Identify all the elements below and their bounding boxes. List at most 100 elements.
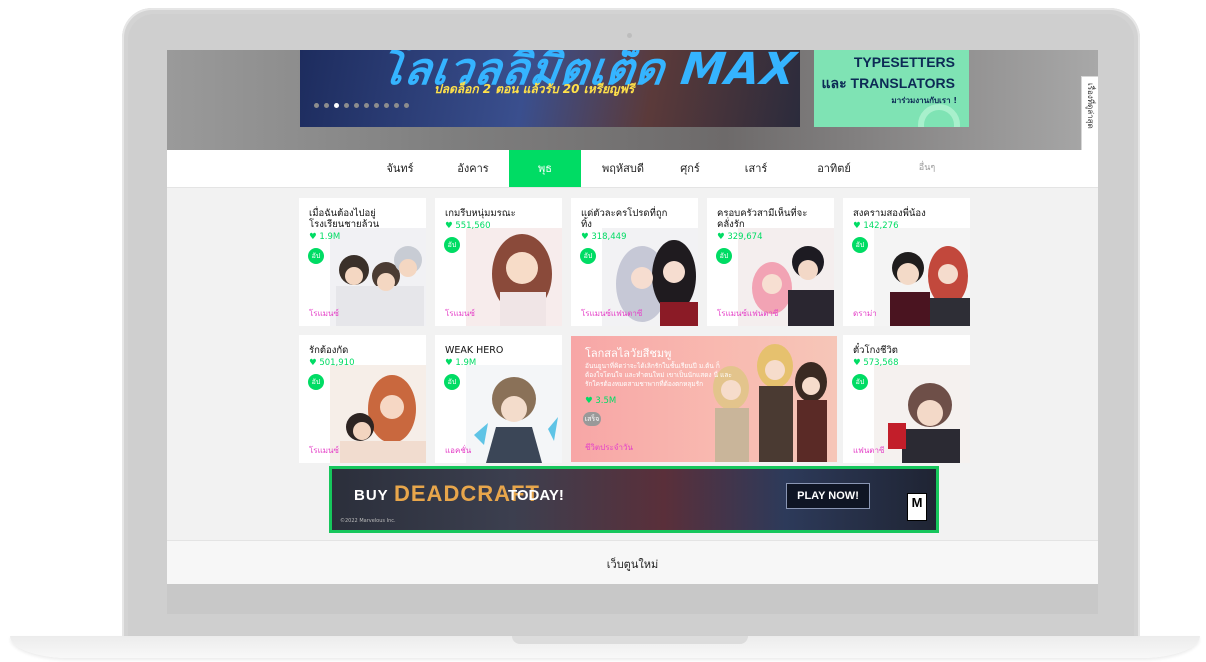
card-title: WEAK HERO [445, 345, 504, 356]
card-likes: ♥ 329,674 [717, 232, 763, 242]
carousel-dot[interactable] [314, 103, 319, 108]
up-badge: อัป [444, 237, 460, 253]
tab-thursday[interactable]: พฤหัสบดี [585, 150, 661, 187]
up-badge: อัป [852, 374, 868, 390]
card-likes: ♥ 551,560 [445, 221, 491, 231]
up-badge: อัป [716, 248, 732, 264]
decorative-ring [918, 104, 960, 127]
up-badge: อัป [444, 374, 460, 390]
tab-more[interactable]: อื่นๆ [897, 150, 957, 187]
like-count: 1.9M [455, 358, 477, 368]
screen-bottom-bezel [167, 584, 1098, 614]
banner-subtitle: ปลดล็อก 2 ตอน แล้วรับ 20 เหรียญฟรี [434, 82, 635, 96]
card-title: เมื่อฉันต้องไปอยู่โรงเรียนชายล้วน [309, 208, 380, 230]
card-title: สงครามสองพี่น้อง [853, 208, 926, 219]
ad-buy-text: BUY [354, 487, 389, 504]
like-count: 329,674 [727, 232, 763, 242]
card-likes: ♥ 318,449 [581, 232, 627, 242]
card-likes: ♥ 573,568 [853, 358, 899, 368]
card-title: ครอบครัวสามีเห็นที่จะคลั่งรัก [717, 208, 808, 230]
card-cover-image [874, 228, 970, 326]
new-webtoon-section: เว็บตูนใหม่ [167, 540, 1098, 584]
recent-viewed-label: เรื่องที่ดูล่าสุด [1086, 83, 1095, 129]
comic-card[interactable]: ครอบครัวสามีเห็นที่จะคลั่งรัก ♥ 329,674 … [707, 198, 834, 326]
carousel-dot[interactable] [384, 103, 389, 108]
card-title: ตั๋วโกงชีวิต [853, 345, 898, 356]
up-badge: อัป [580, 248, 596, 264]
like-count: 551,560 [455, 221, 491, 231]
card-title: เกมรีบหนุ่มมรณะ [445, 208, 516, 219]
like-count: 1.9M [319, 232, 341, 242]
tab-tuesday[interactable]: อังคาร [440, 150, 506, 187]
comic-card[interactable]: รักต้องกัด ♥ 501,910 อัป โรแมนซ์ [299, 335, 426, 463]
tab-wednesday[interactable]: พุธ [509, 150, 581, 187]
card-cover-image [330, 365, 426, 463]
featured-title: โลกสลไลวัยสีชมพู [585, 347, 672, 360]
tab-saturday[interactable]: เสาร์ [723, 150, 789, 187]
comic-card[interactable]: WEAK HERO ♥ 1.9M อัป แอคชั่น [435, 335, 562, 463]
card-genre: แอคชั่น [445, 446, 472, 455]
laptop-notch [512, 636, 748, 644]
featured-genre: ชีวิตประจำวัน [585, 443, 633, 452]
featured-cover-image [713, 344, 827, 462]
play-now-button[interactable]: PLAY NOW! [786, 483, 870, 509]
carousel-dots[interactable] [314, 103, 409, 108]
card-cover-image [466, 228, 562, 326]
up-badge: อัป [308, 374, 324, 390]
comic-card[interactable]: เมื่อฉันต้องไปอยู่โรงเรียนชายล้วน ♥ 1.9M… [299, 198, 426, 326]
webcam-icon [627, 33, 632, 38]
card-cover-image [466, 365, 562, 463]
carousel-dot[interactable] [344, 103, 349, 108]
featured-comic-card[interactable]: โลกสลไลวัยสีชมพู อันนยูนาที่คิดว่าจะได้เ… [571, 336, 837, 462]
deadcraft-ad-banner[interactable]: BUY DEADCRAFT TODAY! PLAY NOW! ©2022 Mar… [329, 466, 939, 533]
card-cover-image [874, 365, 970, 463]
ad-today-text: TODAY! [508, 487, 564, 504]
weekday-nav: จันทร์ อังคาร พุธ พฤหัสบดี ศุกร์ เสาร์ อ… [167, 150, 1098, 188]
up-badge: อัป [852, 237, 868, 253]
like-count: 3.5M [595, 396, 617, 406]
browser-screen: โลเวลลิมิตเต็ด MAX ปลดล็อก 2 ตอน แล้วรับ… [167, 50, 1098, 584]
carousel-dot-active[interactable] [334, 103, 339, 108]
card-genre: โรแมนซ์แฟนตาซี [581, 309, 643, 318]
recruit-line-1: TYPESETTERS [853, 54, 955, 70]
card-title: รักต้องกัด [309, 345, 349, 356]
carousel-dot[interactable] [354, 103, 359, 108]
card-cover-image [330, 228, 426, 326]
tab-friday[interactable]: ศุกร์ [661, 150, 719, 187]
hero-section: โลเวลลิมิตเต็ด MAX ปลดล็อก 2 ตอน แล้วรับ… [167, 50, 1098, 174]
carousel-dot[interactable] [364, 103, 369, 108]
comic-card[interactable]: แด่ตัวละครโปรดที่ถูกทิ้ง ♥ 318,449 อัป โ… [571, 198, 698, 326]
card-genre: แฟนตาซี [853, 446, 885, 455]
card-genre: โรแมนซ์ [445, 309, 475, 318]
hero-banner[interactable]: โลเวลลิมิตเต็ด MAX ปลดล็อก 2 ตอน แล้วรับ… [300, 50, 800, 127]
card-genre: ดราม่า [853, 309, 877, 318]
comic-card[interactable]: สงครามสองพี่น้อง ♥ 142,276 อัป ดราม่า [843, 198, 970, 326]
tab-sunday[interactable]: อาทิตย์ [791, 150, 877, 187]
comic-card[interactable]: เกมรีบหนุ่มมรณะ ♥ 551,560 อัป โรแมนซ์ [435, 198, 562, 326]
featured-description: อันนยูนาที่คิดว่าจะได้เลิกรักในชั้นเรียน… [585, 362, 732, 388]
carousel-dot[interactable] [324, 103, 329, 108]
recruit-banner[interactable]: TYPESETTERS และ TRANSLATORS มาร่วมงานกับ… [814, 50, 969, 127]
carousel-dot[interactable] [374, 103, 379, 108]
card-likes: ♥ 142,276 [853, 221, 899, 231]
card-genre: โรแมนซ์ [309, 446, 339, 455]
like-count: 501,910 [319, 358, 355, 368]
recruit-line-2: และ TRANSLATORS [821, 75, 956, 91]
up-badge: อัป [308, 248, 324, 264]
card-likes: ♥ 501,910 [309, 358, 355, 368]
featured-likes: ♥ 3.5M [585, 396, 617, 406]
comic-card[interactable]: ตั๋วโกงชีวิต ♥ 573,568 อัป แฟนตาซี [843, 335, 970, 463]
card-likes: ♥ 1.9M [309, 232, 341, 242]
card-likes: ♥ 1.9M [445, 358, 477, 368]
card-title: แด่ตัวละครโปรดที่ถูกทิ้ง [581, 208, 668, 230]
completed-badge: เสร็จ [583, 412, 601, 426]
carousel-dot[interactable] [394, 103, 399, 108]
card-genre: โรแมนซ์ [309, 309, 339, 318]
esrb-rating-icon: M [907, 493, 927, 521]
tab-monday[interactable]: จันทร์ [370, 150, 430, 187]
carousel-dot[interactable] [404, 103, 409, 108]
like-count: 142,276 [863, 221, 899, 231]
new-webtoon-heading[interactable]: เว็บตูนใหม่ [167, 555, 1098, 573]
ad-copyright: ©2022 Marvelous Inc. [340, 518, 396, 524]
card-genre: โรแมนซ์แฟนตาซี [717, 309, 779, 318]
